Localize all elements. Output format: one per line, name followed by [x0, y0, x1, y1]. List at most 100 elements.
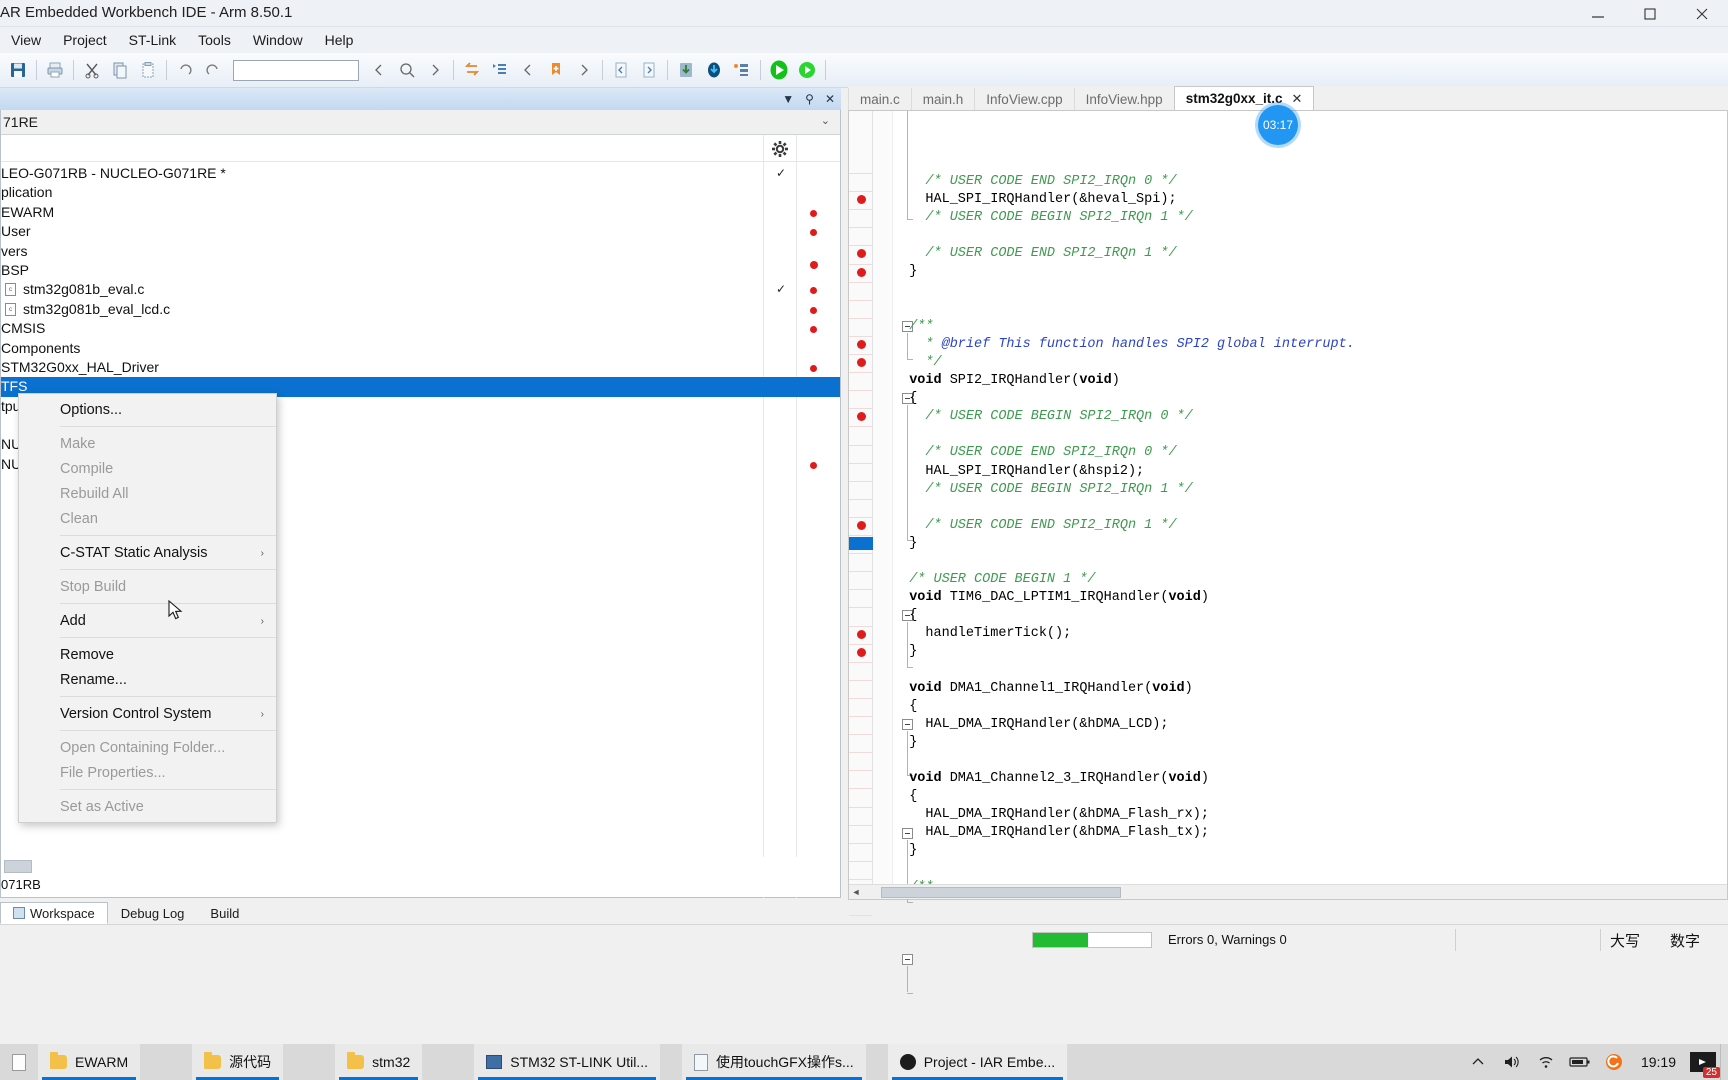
tree-row[interactable]: plication: [1, 183, 840, 202]
breakpoint-gutter[interactable]: [849, 111, 873, 953]
tab-debug-log[interactable]: Debug Log: [108, 902, 198, 924]
search-icon[interactable]: [393, 56, 421, 84]
tree-row[interactable]: c stm32g081b_eval.c ✓: [1, 280, 840, 299]
breakpoint-marker[interactable]: [857, 339, 866, 349]
redo-icon[interactable]: [199, 56, 227, 84]
chevron-down-icon[interactable]: ▼: [782, 93, 794, 105]
project-context-menu[interactable]: Options... Make Compile Rebuild All Clean C-S…: [18, 393, 277, 823]
taskbar-item-iar-project[interactable]: Project - IAR Embe...: [887, 1044, 1068, 1080]
flash-download-icon[interactable]: [700, 56, 728, 84]
toggle-bookmark-icon[interactable]: [542, 56, 570, 84]
tree-row[interactable]: LEO-G071RB - NUCLEO-G071RE * ✓: [1, 164, 840, 183]
wifi-icon[interactable]: [1529, 1044, 1563, 1080]
close-icon[interactable]: ✕: [825, 93, 835, 105]
breakpoint-marker[interactable]: [857, 195, 866, 205]
tab-workspace[interactable]: Workspace: [0, 902, 108, 924]
prev-file-icon[interactable]: [607, 56, 635, 84]
clock[interactable]: 19:19: [1631, 1054, 1686, 1070]
undo-icon[interactable]: [171, 56, 199, 84]
context-menu-item[interactable]: Remove: [19, 642, 276, 667]
taskbar-item-stlink-util[interactable]: STM32 ST-LINK Util...: [474, 1044, 660, 1080]
breakpoint-marker[interactable]: [857, 412, 866, 422]
batch-build-icon[interactable]: [728, 56, 756, 84]
editor-body[interactable]: /* USER CODE END SPI2_IRQn 0 */ HAL_SPI_…: [848, 110, 1728, 994]
code-folding-gutter[interactable]: [873, 111, 913, 994]
taskbar-item-touchgfx-doc[interactable]: 使用touchGFX操作s...: [681, 1044, 866, 1080]
tree-row[interactable]: BSP: [1, 261, 840, 280]
download-debug-icon[interactable]: [765, 56, 793, 84]
tab-build[interactable]: Build: [197, 902, 252, 924]
download-icon[interactable]: [672, 56, 700, 84]
run-icon[interactable]: [793, 56, 821, 84]
menu-stlink[interactable]: ST-Link: [118, 29, 187, 51]
context-menu-item[interactable]: Version Control System ›: [19, 701, 276, 726]
paste-icon[interactable]: [134, 56, 162, 84]
gear-icon[interactable]: [771, 140, 789, 158]
editor-tab[interactable]: InfoView.hpp: [1073, 88, 1174, 110]
breakpoint-marker[interactable]: [857, 358, 866, 367]
editor-tab[interactable]: stm32g0xx_it.c ✕: [1173, 86, 1315, 110]
menu-view[interactable]: View: [0, 29, 52, 51]
context-menu-item[interactable]: Add ›: [19, 608, 276, 633]
maximize-icon[interactable]: [1624, 0, 1676, 27]
pin-icon[interactable]: ⚲: [805, 93, 814, 105]
context-menu-item[interactable]: Rename...: [19, 667, 276, 692]
menu-tools[interactable]: Tools: [187, 29, 242, 51]
context-menu-item[interactable]: Options...: [19, 397, 276, 422]
bookmark-list-icon[interactable]: [486, 56, 514, 84]
menu-project[interactable]: Project: [52, 29, 118, 51]
battery-icon[interactable]: [1563, 1044, 1597, 1080]
tree-row[interactable]: EWARM: [1, 203, 840, 222]
tree-row[interactable]: STM32G0xx_HAL_Driver: [1, 358, 840, 377]
go-to-icon[interactable]: [458, 56, 486, 84]
source-code-text[interactable]: /* USER CODE END SPI2_IRQn 0 */ HAL_SPI_…: [893, 111, 1727, 899]
nav-back-icon[interactable]: [365, 56, 393, 84]
menu-window[interactable]: Window: [242, 29, 314, 51]
horizontal-scrollbar[interactable]: [4, 860, 32, 873]
breakpoint-marker[interactable]: [857, 520, 866, 530]
editor-tab[interactable]: main.h: [910, 88, 975, 110]
next-file-icon[interactable]: [635, 56, 663, 84]
volume-icon[interactable]: [1495, 1044, 1529, 1080]
editor-horizontal-scrollbar[interactable]: ◄: [849, 884, 1727, 899]
tree-row[interactable]: c stm32g081b_eval_lcd.c: [1, 300, 840, 319]
close-icon[interactable]: ✕: [1292, 91, 1303, 107]
close-icon[interactable]: [1676, 0, 1728, 27]
taskbar-item-explorer[interactable]: [0, 1044, 38, 1080]
fold-toggle-icon[interactable]: [902, 954, 913, 966]
tree-row[interactable]: User: [1, 222, 840, 241]
save-icon[interactable]: [4, 56, 32, 84]
taskbar-item-source[interactable]: 源代码: [192, 1044, 284, 1080]
chevron-down-icon[interactable]: ⌄: [821, 114, 830, 127]
chevron-up-icon[interactable]: [1461, 1044, 1495, 1080]
workspace-selector[interactable]: 71RE ⌄: [1, 110, 840, 135]
tree-row[interactable]: CMSIS: [1, 319, 840, 338]
nav-forward-icon[interactable]: [421, 56, 449, 84]
breakpoint-marker[interactable]: [857, 647, 866, 657]
workspace-footer: 071RB: [1, 857, 840, 897]
gutter-gridline: [849, 842, 872, 844]
show-desktop-icon[interactable]: [1720, 1044, 1728, 1080]
breakpoint-marker[interactable]: [857, 629, 866, 639]
tree-row[interactable]: vers: [1, 242, 840, 261]
taskbar-item-ewarm[interactable]: EWARM: [38, 1044, 141, 1080]
next-bookmark-icon[interactable]: [570, 56, 598, 84]
notification-icon[interactable]: 25: [1686, 1044, 1720, 1080]
toolbar-search-combo[interactable]: [233, 59, 359, 81]
tree-row[interactable]: Components: [1, 339, 840, 358]
scrollbar-thumb[interactable]: [881, 886, 1121, 898]
taskbar-item-stm32[interactable]: stm32: [335, 1044, 423, 1080]
print-icon[interactable]: [41, 56, 69, 84]
breakpoint-marker[interactable]: [857, 249, 866, 259]
prev-bookmark-icon[interactable]: [514, 56, 542, 84]
editor-tab[interactable]: main.c: [848, 88, 911, 110]
copy-icon[interactable]: [106, 56, 134, 84]
cut-icon[interactable]: [78, 56, 106, 84]
context-menu-item[interactable]: C-STAT Static Analysis ›: [19, 540, 276, 565]
breakpoint-marker[interactable]: [857, 267, 866, 277]
minimize-icon[interactable]: [1572, 0, 1624, 27]
editor-tab[interactable]: InfoView.cpp: [974, 88, 1074, 110]
scroll-left-icon[interactable]: ◄: [849, 887, 863, 897]
menu-help[interactable]: Help: [314, 29, 365, 51]
sogou-icon[interactable]: [1597, 1044, 1631, 1080]
